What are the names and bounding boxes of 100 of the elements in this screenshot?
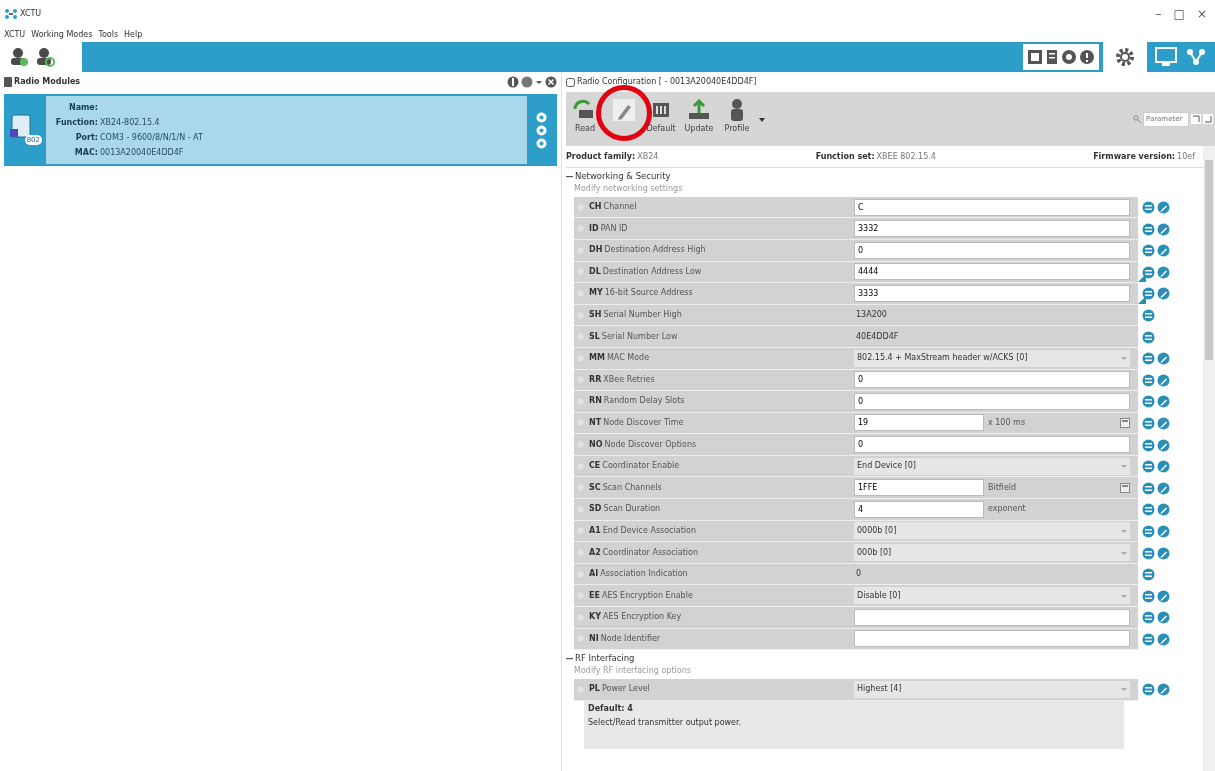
read-param-icon[interactable] — [1142, 309, 1155, 322]
menu-item[interactable]: Tools — [98, 29, 119, 41]
read-param-icon[interactable] — [1142, 265, 1155, 279]
param-row[interactable]: AI Association Indication — [574, 563, 852, 586]
param-input[interactable] — [854, 608, 1130, 626]
write-param-icon[interactable] — [1157, 632, 1170, 646]
param-row[interactable]: EE AES Encryption Enable — [574, 585, 852, 608]
write-param-icon[interactable] — [1157, 481, 1170, 495]
param-dropdown[interactable]: End Device [0] — [854, 457, 1130, 475]
write-param-icon[interactable] — [1157, 395, 1170, 409]
param-row[interactable]: SC Scan Channels — [574, 477, 852, 500]
param-dropdown[interactable]: 0000b [0] — [854, 522, 1130, 540]
scrollbar[interactable] — [1203, 146, 1215, 771]
write-param-icon[interactable] — [1157, 683, 1170, 697]
write-param-icon[interactable] — [1157, 611, 1170, 625]
param-row[interactable]: A1 End Device Association — [574, 520, 852, 543]
read-param-icon[interactable] — [1142, 222, 1155, 236]
toolbar-button[interactable]: Update — [682, 97, 716, 141]
window-control[interactable]: – — [1155, 5, 1162, 23]
read-param-icon[interactable] — [1142, 244, 1155, 258]
toolbar-button[interactable]: Profile — [720, 97, 754, 141]
param-input[interactable]: 0 — [854, 371, 1130, 389]
add-device-icon[interactable] — [8, 46, 30, 68]
param-row[interactable]: NI Node Identifier — [574, 628, 852, 651]
param-row[interactable]: DL Destination Address Low — [574, 261, 852, 284]
read-param-icon[interactable] — [1142, 201, 1155, 215]
write-param-icon[interactable] — [1157, 222, 1170, 236]
calculator-icon[interactable] — [1120, 418, 1130, 428]
param-input[interactable]: 0 — [854, 436, 1130, 454]
param-row[interactable]: MY 16-bit Source Address — [574, 283, 852, 305]
write-param-icon[interactable] — [1157, 589, 1170, 603]
param-input[interactable] — [854, 630, 1130, 648]
window-control[interactable]: × — [1196, 5, 1207, 23]
panel-icon[interactable] — [507, 76, 519, 88]
read-param-icon[interactable] — [1142, 417, 1155, 430]
param-row[interactable]: RR XBee Retries — [574, 369, 852, 392]
param-input[interactable]: 4444 — [854, 263, 1130, 281]
toolbar-button[interactable]: Read — [568, 97, 602, 141]
param-input[interactable]: C — [854, 198, 1130, 216]
network-nodes-icon[interactable] — [1185, 47, 1207, 67]
param-dropdown[interactable]: 802.15.4 + MaxStream header w/ACKS [0] — [854, 349, 1130, 367]
param-dropdown[interactable]: Highest [4] — [854, 680, 1130, 698]
write-param-icon[interactable] — [1157, 524, 1170, 538]
param-input[interactable]: 3333 — [854, 284, 1130, 302]
write-param-icon[interactable] — [1157, 546, 1170, 560]
param-row[interactable]: KY AES Encryption Key — [574, 607, 852, 629]
read-param-icon[interactable] — [1142, 330, 1155, 344]
read-param-icon[interactable] — [1142, 632, 1155, 646]
read-param-icon[interactable] — [1142, 460, 1155, 474]
param-input[interactable]: 3332 — [854, 220, 1130, 238]
param-row[interactable]: A2 Coordinator Association — [574, 542, 852, 564]
write-param-icon[interactable] — [1157, 373, 1170, 387]
write-param-icon[interactable] — [1157, 201, 1170, 215]
write-param-icon[interactable] — [1157, 265, 1170, 279]
panel-icon[interactable] — [521, 76, 533, 88]
write-param-icon[interactable] — [1157, 417, 1170, 430]
monitor-icon[interactable] — [1155, 47, 1177, 67]
param-dropdown[interactable]: Disable [0] — [854, 587, 1130, 605]
close-icon[interactable] — [545, 76, 557, 88]
param-input[interactable]: 0 — [854, 392, 1130, 410]
param-row[interactable]: NO Node Discover Options — [574, 434, 852, 456]
read-param-icon[interactable] — [1142, 352, 1155, 366]
param-input[interactable]: 19 — [854, 414, 984, 432]
settings-icon[interactable] — [1114, 46, 1136, 68]
read-param-icon[interactable] — [1142, 546, 1155, 560]
param-row[interactable]: RN Random Delay Slots — [574, 391, 852, 413]
read-param-icon[interactable] — [1142, 589, 1155, 603]
read-param-icon[interactable] — [1142, 481, 1155, 495]
menu-item[interactable]: Working Modes — [31, 29, 93, 41]
param-input[interactable]: 4 — [854, 500, 984, 518]
read-param-icon[interactable] — [1142, 438, 1155, 452]
param-input[interactable]: 0 — [854, 241, 1130, 259]
param-row[interactable]: NT Node Discover Time — [574, 412, 852, 435]
window-control[interactable]: □ — [1173, 5, 1185, 23]
write-param-icon[interactable] — [1157, 438, 1170, 452]
param-row[interactable]: CE Coordinator Enable — [574, 455, 852, 478]
write-param-icon[interactable] — [1157, 460, 1170, 474]
write-param-icon[interactable] — [1157, 287, 1170, 301]
param-input[interactable]: 1FFE — [854, 479, 984, 497]
param-row[interactable]: CH Channel — [574, 196, 852, 219]
read-param-icon[interactable] — [1142, 373, 1155, 387]
write-param-icon[interactable] — [1157, 352, 1170, 366]
calculator-icon[interactable] — [1120, 482, 1130, 493]
search-device-icon[interactable] — [34, 46, 56, 68]
toolbar-button[interactable]: Default — [644, 97, 678, 141]
param-row[interactable]: SD Scan Duration — [574, 499, 852, 521]
param-row[interactable]: MM MAC Mode — [574, 347, 852, 370]
read-param-icon[interactable] — [1142, 683, 1155, 697]
read-param-icon[interactable] — [1142, 395, 1155, 409]
read-param-icon[interactable] — [1142, 287, 1155, 301]
menu-item[interactable]: XCTU — [4, 29, 26, 41]
write-param-icon[interactable] — [1157, 244, 1170, 258]
param-row[interactable]: DH Destination Address High — [574, 239, 852, 262]
read-param-icon[interactable] — [1142, 503, 1155, 517]
read-param-icon[interactable] — [1142, 568, 1155, 582]
param-row[interactable]: SL Serial Number Low — [574, 326, 852, 348]
param-row[interactable]: ID PAN ID — [574, 218, 852, 240]
param-dropdown[interactable]: 000b [0] — [854, 544, 1130, 562]
help-icon[interactable] — [1079, 49, 1095, 65]
param-row[interactable]: SH Serial Number High — [574, 304, 852, 327]
